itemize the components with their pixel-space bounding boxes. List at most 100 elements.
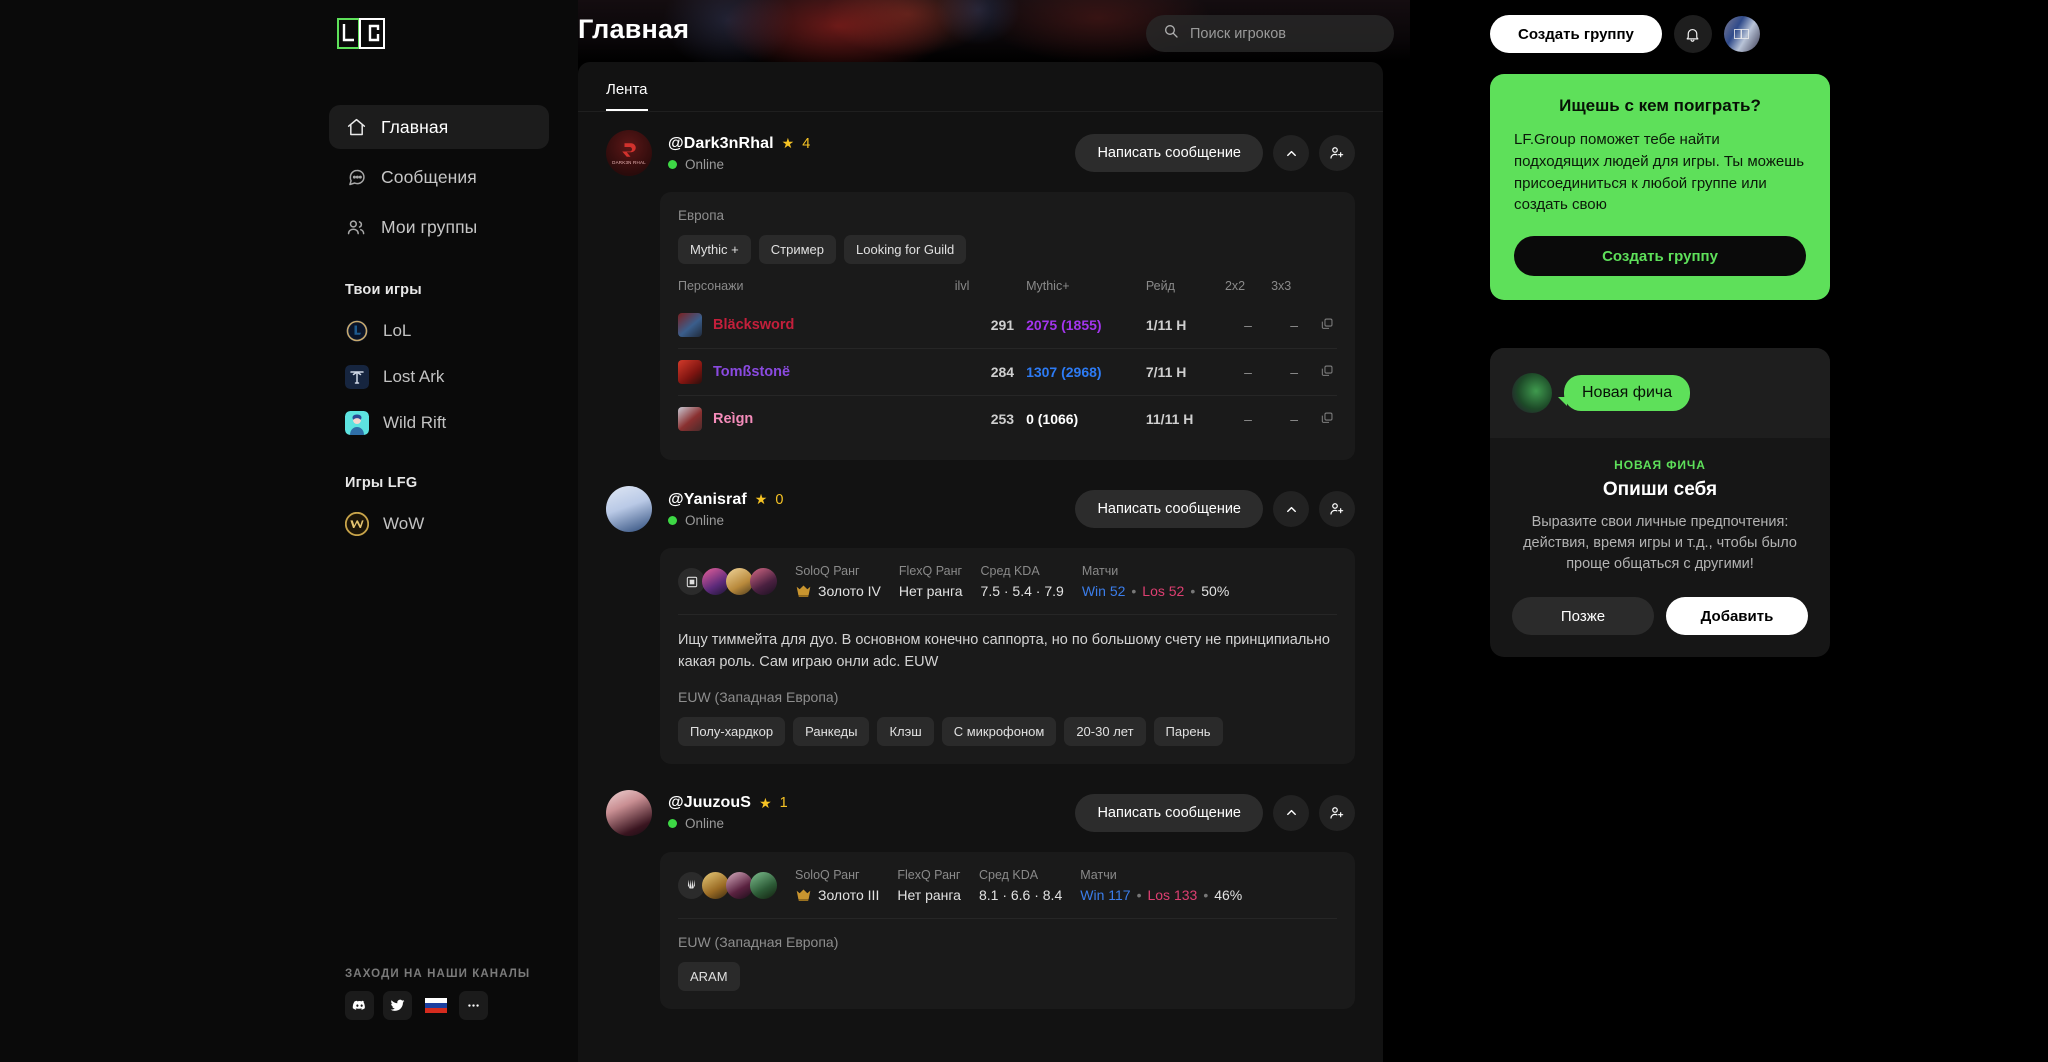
feed-tabs: Лента <box>578 62 1383 112</box>
wow-profile-card: Европа Mythic + Стример Looking for Guil… <box>660 192 1355 460</box>
sidebar-game-wild-rift[interactable]: Wild Rift <box>329 402 559 444</box>
promo-title: Ищешь с кем поиграть? <box>1559 96 1761 115</box>
avatar[interactable] <box>606 789 652 836</box>
chevron-up-icon[interactable] <box>1273 135 1309 171</box>
avatar[interactable] <box>1723 16 1760 52</box>
sidebar-game-lol-label: LoL <box>383 321 412 340</box>
primary-nav: Главная Сообщения Мои группы <box>329 105 549 255</box>
sidebar-item-messages[interactable]: Сообщения <box>329 155 549 199</box>
online-dot-icon <box>668 159 677 169</box>
russia-flag-icon[interactable] <box>421 991 450 1020</box>
cell-ilvl: 284 <box>954 348 1015 396</box>
sidebar-game-wow[interactable]: WoW <box>329 503 559 545</box>
add-person-icon[interactable] <box>1319 491 1355 527</box>
post-username[interactable]: @Yanisraf <box>668 491 747 509</box>
tag-list: ARAM <box>678 961 1337 991</box>
cell-2x2: – <box>1244 317 1252 333</box>
champion-icon <box>702 871 729 899</box>
send-message-button[interactable]: Написать сообщение <box>1075 134 1263 172</box>
lost-ark-icon <box>345 365 369 389</box>
tag-chip[interactable]: ARAM <box>678 961 740 991</box>
post-rating: 1 <box>779 795 788 811</box>
twitter-icon[interactable] <box>383 991 412 1020</box>
sidebar-game-lost-ark[interactable]: Lost Ark <box>329 356 559 398</box>
character-portrait <box>678 360 702 384</box>
sidebar-game-lol[interactable]: LoL <box>329 310 559 352</box>
chevron-up-icon[interactable] <box>1273 794 1309 831</box>
flexq-label: FlexQ Ранг <box>897 867 961 882</box>
post-username[interactable]: @JuuzouS <box>668 794 751 812</box>
copy-icon[interactable] <box>1317 395 1337 442</box>
soloq-label: SoloQ Ранг <box>795 564 860 578</box>
post-yanisraf: @Yanisraf ★ 0 Online Написать сообщение <box>578 460 1383 764</box>
discord-icon[interactable] <box>345 991 374 1020</box>
sidebar-item-my-groups[interactable]: Мои группы <box>329 205 549 249</box>
promo-create-group-button[interactable]: Создать группу <box>1514 236 1806 276</box>
channel-row <box>345 991 530 1020</box>
your-games-list: LoL Lost Ark Wild Rift <box>329 310 559 448</box>
add-button[interactable]: Добавить <box>1666 597 1808 636</box>
winrate-value: 50% <box>1201 583 1230 599</box>
losses-value: Los 52 <box>1142 583 1185 599</box>
top-actions: Создать группу <box>1490 15 1760 53</box>
table-row: Tomßstonë 284 1307 (2968) 7/11 H – – <box>678 348 1337 396</box>
post-rating: 4 <box>802 135 811 152</box>
avatar[interactable] <box>606 486 652 532</box>
add-person-icon[interactable] <box>1319 135 1355 171</box>
post-rating: 0 <box>775 491 784 508</box>
character-portrait <box>678 313 702 337</box>
champion-icon <box>726 568 753 595</box>
tag-chip[interactable]: 20-30 лет <box>1064 716 1146 746</box>
avatar[interactable]: DARK3N RHAL <box>606 130 652 176</box>
tag-chip[interactable]: С микрофоном <box>941 716 1057 746</box>
later-button[interactable]: Позже <box>1512 597 1654 636</box>
more-icon[interactable] <box>459 991 488 1020</box>
lfg-logo[interactable] <box>337 18 385 49</box>
promo-card: Ищешь с кем поиграть? LF.Group поможет т… <box>1490 74 1830 300</box>
add-person-icon[interactable] <box>1319 794 1355 831</box>
flexq-value: Нет ранга <box>897 886 961 903</box>
soloq-stat: SoloQ Ранг Золото IV <box>795 564 881 599</box>
lol-icon <box>345 319 369 343</box>
tag-chip[interactable]: Полу-хардкор <box>678 716 786 746</box>
sidebar-item-home[interactable]: Главная <box>329 105 549 149</box>
soloq-value-row: Золото IV <box>795 583 881 599</box>
bell-icon[interactable] <box>1673 15 1712 53</box>
post-username[interactable]: @Dark3nRhal <box>668 135 774 153</box>
search-input[interactable]: Поиск игроков <box>1146 15 1394 52</box>
tag-chip[interactable]: Ранкеды <box>793 716 870 746</box>
lfg-logo-small <box>1734 29 1750 39</box>
post-status: Online <box>668 816 1075 831</box>
copy-icon[interactable] <box>1317 302 1337 349</box>
character-name[interactable]: Tomßstonë <box>713 364 790 380</box>
create-group-button[interactable]: Создать группу <box>1490 15 1662 53</box>
cell-mythic: 2075 (1855) <box>1026 317 1102 333</box>
post-status-label: Online <box>685 156 725 172</box>
post-dark3nrhal: DARK3N RHAL @Dark3nRhal ★ 4 Online Напис… <box>578 112 1383 460</box>
app-root: Главная Сообщения Мои группы Твои игры L… <box>0 0 2048 1062</box>
tab-feed[interactable]: Лента <box>606 81 648 111</box>
cell-ilvl: 291 <box>990 317 1015 333</box>
character-name[interactable]: Bläcksword <box>713 317 794 333</box>
th-3x3: 3x3 <box>1271 279 1292 293</box>
table-body: Bläcksword 291 2075 (1855) 1/11 H – – To… <box>678 302 1337 442</box>
character-name[interactable]: Reìgn <box>713 411 753 427</box>
send-message-button[interactable]: Написать сообщение <box>1075 793 1263 832</box>
send-message-button[interactable]: Написать сообщение <box>1075 490 1263 528</box>
tag-chip[interactable]: Looking for Guild <box>844 235 967 264</box>
kda-stat: Сред KDA 7.5 · 5.4 · 7.9 <box>981 564 1064 599</box>
chevron-up-icon[interactable] <box>1273 491 1309 527</box>
feed-panel: Лента DARK3N RHAL @Dark3nRhal ★ 4 Online… <box>578 62 1383 1062</box>
tag-chip[interactable]: Mythic + <box>678 235 751 264</box>
tag-chip[interactable]: Стример <box>758 235 836 264</box>
search-icon <box>1163 23 1179 44</box>
kda-label: Сред KDA <box>980 564 1040 578</box>
tag-chip[interactable]: Парень <box>1153 716 1223 746</box>
feature-bubble: Новая фича <box>1557 375 1691 411</box>
post-header: @JuuzouS ★ 1 Online Написать сообщение <box>606 789 1355 836</box>
cell-character: Bläcksword <box>678 302 955 349</box>
channels-title: ЗАХОДИ НА НАШИ КАНАЛЫ <box>345 968 531 980</box>
copy-icon[interactable] <box>1317 348 1337 396</box>
tag-chip[interactable]: Клэш <box>877 716 934 746</box>
kda-value: 7.5 · 5.4 · 7.9 <box>980 583 1064 599</box>
